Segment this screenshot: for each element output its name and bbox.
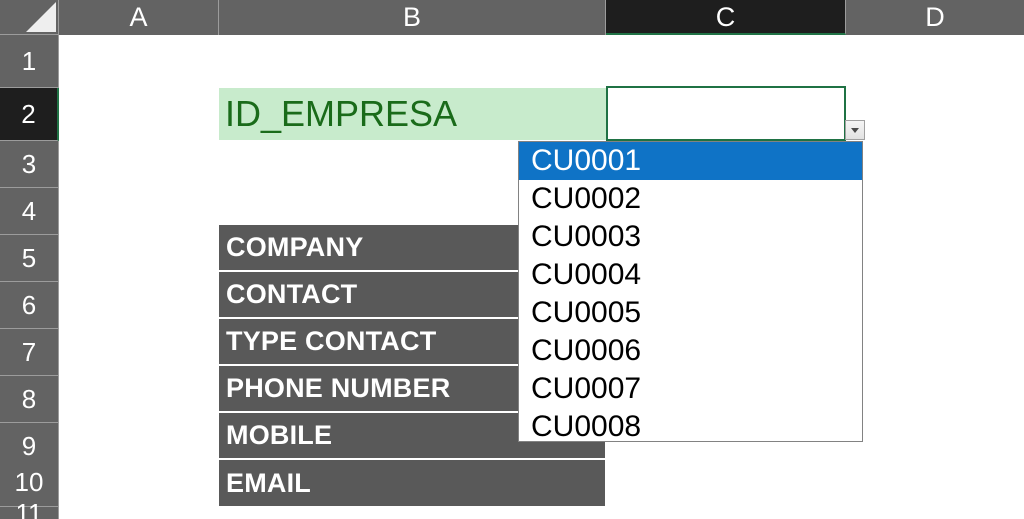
column-header-d[interactable]: D: [846, 0, 1024, 35]
dropdown-toggle-button[interactable]: [845, 120, 865, 140]
row-header-6[interactable]: 6: [0, 282, 59, 329]
row-header-7[interactable]: 7: [0, 329, 59, 376]
row-header-5[interactable]: 5: [0, 235, 59, 282]
dropdown-list[interactable]: CU0001 CU0002 CU0003 CU0004 CU0005 CU0006 CU00…: [518, 141, 863, 442]
select-all-triangle-icon: [26, 2, 56, 32]
dropdown-option[interactable]: CU0007: [519, 370, 862, 408]
row-header-4[interactable]: 4: [0, 188, 59, 235]
dropdown-option[interactable]: CU0005: [519, 294, 862, 332]
dropdown-option[interactable]: CU0006: [519, 332, 862, 370]
row-header-3[interactable]: 3: [0, 141, 59, 188]
column-header-b[interactable]: B: [219, 0, 606, 35]
row-header-8[interactable]: 8: [0, 376, 59, 423]
cell-id-empresa-label[interactable]: ID_EMPRESA: [219, 88, 606, 140]
dropdown-option[interactable]: CU0008: [519, 408, 862, 441]
cell-label-email[interactable]: EMAIL: [219, 460, 605, 506]
spreadsheet-canvas: A B C D 1 2 3 4 5 6 7 8 9 10 11 ID_EMPRE…: [0, 0, 1024, 519]
dropdown-option[interactable]: CU0002: [519, 180, 862, 218]
row-header-1[interactable]: 1: [0, 35, 59, 88]
chevron-down-icon: [851, 127, 859, 133]
dropdown-option[interactable]: CU0001: [519, 142, 862, 180]
row-header-11[interactable]: 11: [0, 498, 59, 519]
row-header-2[interactable]: 2: [0, 88, 59, 141]
select-all-corner[interactable]: [0, 0, 59, 35]
cell-id-empresa-value[interactable]: [606, 86, 846, 141]
dropdown-option[interactable]: CU0004: [519, 256, 862, 294]
dropdown-option[interactable]: CU0003: [519, 218, 862, 256]
column-header-a[interactable]: A: [59, 0, 219, 35]
column-header-c[interactable]: C: [606, 0, 846, 35]
